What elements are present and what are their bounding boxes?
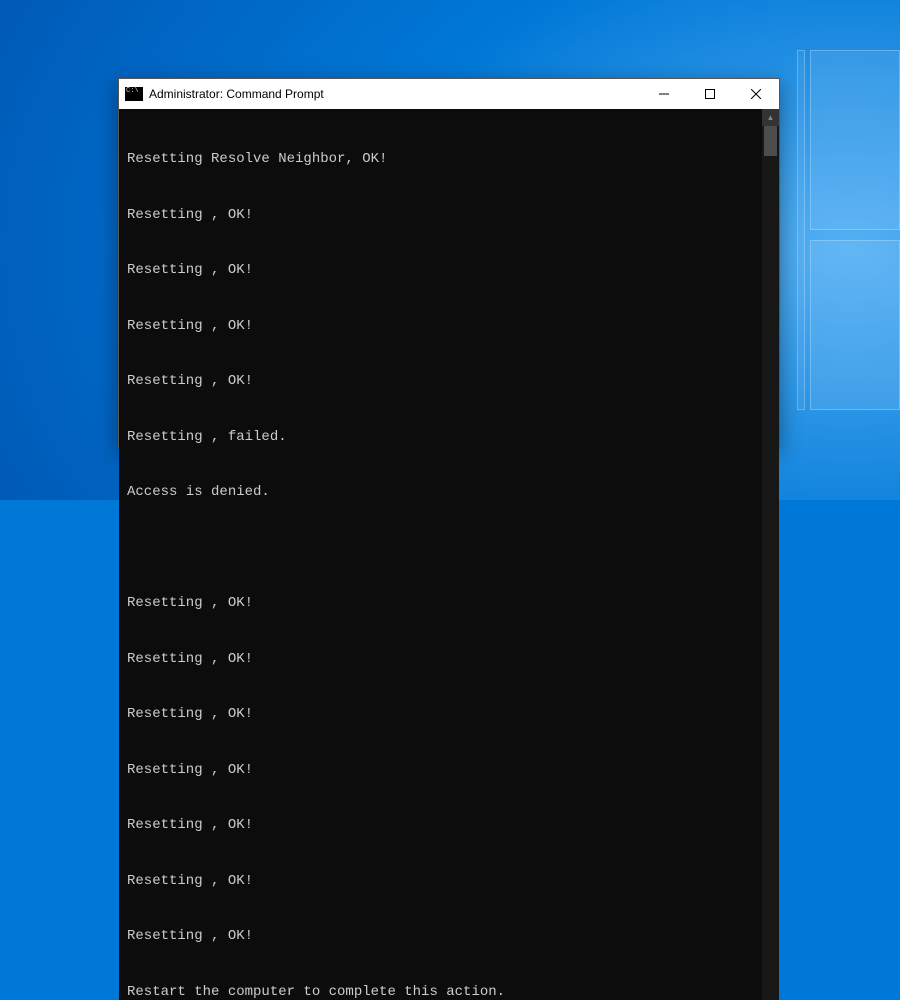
terminal-line: Restart the computer to complete this ac… — [127, 983, 758, 1000]
terminal-line: Access is denied. — [127, 483, 758, 502]
close-button[interactable] — [733, 79, 779, 109]
terminal-output[interactable]: Resetting Resolve Neighbor, OK! Resettin… — [119, 109, 762, 1000]
terminal-line — [127, 539, 758, 558]
terminal-line: Resetting , failed. — [127, 428, 758, 447]
scrollbar-thumb[interactable] — [764, 126, 777, 156]
terminal-line: Resetting , OK! — [127, 927, 758, 946]
terminal-line: Resetting , OK! — [127, 705, 758, 724]
scroll-up-button[interactable]: ▲ — [762, 109, 779, 126]
maximize-icon — [705, 89, 715, 99]
chevron-up-icon: ▲ — [767, 113, 775, 122]
minimize-button[interactable] — [641, 79, 687, 109]
scrollbar-track[interactable] — [762, 126, 779, 1000]
maximize-button[interactable] — [687, 79, 733, 109]
terminal-line: Resetting , OK! — [127, 872, 758, 891]
terminal-line: Resetting , OK! — [127, 206, 758, 225]
terminal-line: Resetting Resolve Neighbor, OK! — [127, 150, 758, 169]
terminal-line: Resetting , OK! — [127, 594, 758, 613]
wallpaper-beam — [797, 50, 805, 410]
terminal-line: Resetting , OK! — [127, 261, 758, 280]
minimize-icon — [659, 89, 669, 99]
vertical-scrollbar[interactable]: ▲ ▼ — [762, 109, 779, 1000]
cmd-icon — [125, 87, 143, 101]
terminal-line: Resetting , OK! — [127, 372, 758, 391]
close-icon — [751, 89, 761, 99]
window-title: Administrator: Command Prompt — [149, 87, 324, 101]
terminal-line: Resetting , OK! — [127, 761, 758, 780]
terminal-line: Resetting , OK! — [127, 816, 758, 835]
command-prompt-window: Administrator: Command Prompt Resetting … — [118, 78, 780, 448]
terminal-line: Resetting , OK! — [127, 317, 758, 336]
wallpaper-beam — [810, 240, 900, 410]
wallpaper-beam — [810, 50, 900, 230]
terminal-line: Resetting , OK! — [127, 650, 758, 669]
titlebar[interactable]: Administrator: Command Prompt — [119, 79, 779, 109]
